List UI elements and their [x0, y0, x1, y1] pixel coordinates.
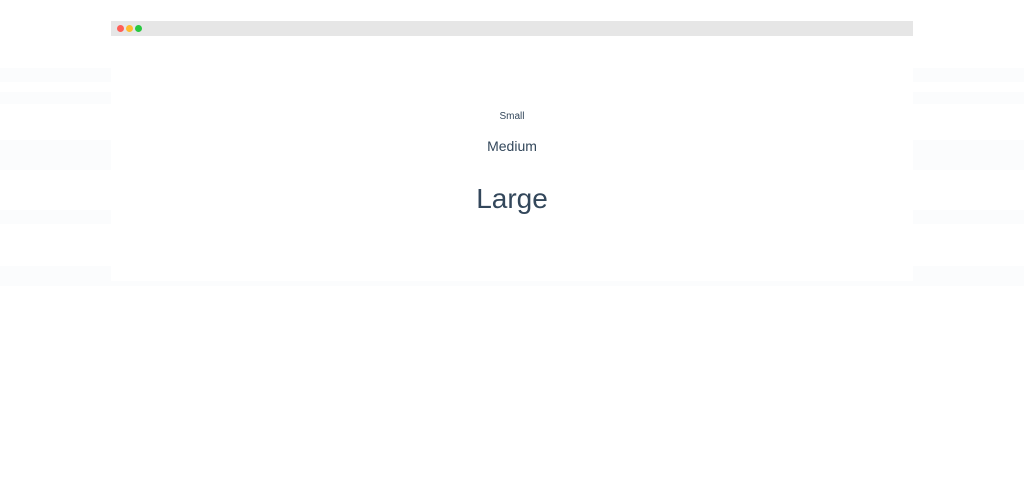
minimize-window-icon[interactable] [126, 25, 133, 32]
small-text-sample: Small [499, 111, 525, 122]
close-window-icon[interactable] [117, 25, 124, 32]
large-text-sample: Large [476, 183, 548, 214]
window-content: Small Medium Large [111, 36, 913, 281]
browser-window: Small Medium Large [111, 21, 913, 281]
window-titlebar [111, 21, 913, 36]
maximize-window-icon[interactable] [135, 25, 142, 32]
medium-text-sample: Medium [487, 138, 537, 154]
